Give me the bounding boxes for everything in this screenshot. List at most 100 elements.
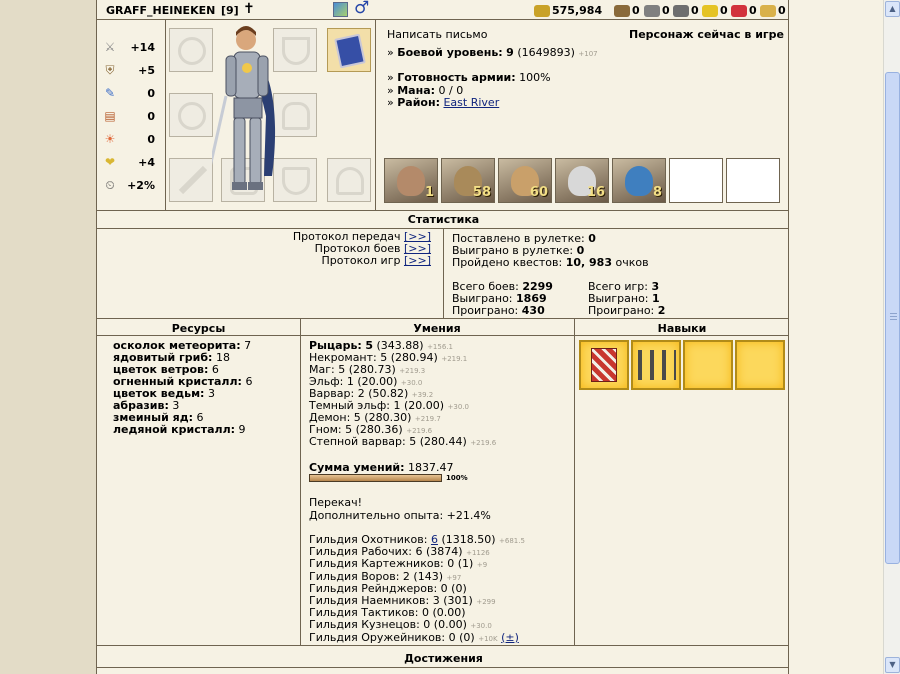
guild-name: Гильдия Картежников: <box>309 557 444 571</box>
resource-counter: 0 <box>614 4 640 17</box>
faction-to-next: +219.7 <box>414 415 441 423</box>
weapon-slot[interactable] <box>169 158 213 202</box>
guild-to-next: +30.0 <box>470 622 492 631</box>
guild-points: (1) <box>457 557 474 571</box>
stat-value: +5 <box>138 63 155 77</box>
guild-points: (0) <box>451 581 467 595</box>
guild-points: (0.00) <box>433 618 467 632</box>
guild-expand-link[interactable]: (±) <box>501 631 519 644</box>
scroll-up-button[interactable]: ▲ <box>885 1 900 17</box>
resources-title: Ресурсы <box>171 322 226 335</box>
stat-value: +4 <box>138 155 155 169</box>
statistics-title: Статистика <box>407 213 480 226</box>
hero-portrait <box>212 26 276 190</box>
map-icon[interactable] <box>333 2 348 17</box>
faction-to-next: +156.1 <box>427 343 453 351</box>
stat-row: ⏲ +2% <box>103 176 163 194</box>
magic-power-icon: ✎ <box>104 86 116 100</box>
write-letter-link[interactable]: Написать письмо <box>387 28 487 41</box>
guild-level: 0 <box>447 557 455 571</box>
army-readiness: » Готовность армии: 100% <box>387 71 551 84</box>
faction-name: Степной варвар: <box>309 435 406 448</box>
guild-level: 0 <box>423 618 431 632</box>
male-icon: ♂ <box>354 0 370 18</box>
ore-icon <box>644 4 660 17</box>
ability-slot-2[interactable] <box>631 340 681 390</box>
guild-row: Гильдия Наемников: 3 (301) +299 <box>309 594 496 607</box>
army-slot[interactable]: 8 <box>612 158 666 203</box>
guild-name: Гильдия Оружейников: <box>309 630 446 644</box>
stat-row: ⛨ +5 <box>103 61 163 79</box>
army-slot[interactable]: 58 <box>441 158 495 203</box>
resource-value: 575,984 <box>552 4 603 17</box>
games-lost: Проиграно: 2 <box>588 304 666 317</box>
protocol-link[interactable]: [>>] <box>404 254 431 267</box>
faction-to-next: +39.2 <box>411 391 434 399</box>
tactics-ability-icon <box>638 350 676 380</box>
guild-level: 3 <box>432 594 440 607</box>
guild-to-next: +1126 <box>466 549 490 558</box>
character-name[interactable]: GRAFF_HEINEKEN <box>106 4 215 17</box>
army-slot[interactable]: 16 <box>555 158 609 203</box>
guild-row: Гильдия Охотников: 6 (1318.50) +681.5 <box>309 533 525 546</box>
guild-level[interactable]: 6 <box>431 533 438 546</box>
army-slot[interactable]: 1 <box>384 158 438 203</box>
guild-to-next: +681.5 <box>499 537 525 545</box>
guild-to-next: +9 <box>476 561 488 570</box>
faction-to-next: +219.1 <box>441 355 468 363</box>
army-slot[interactable] <box>726 158 780 203</box>
skills-progress-label: 100% <box>446 474 468 482</box>
knight-ability-icon <box>591 348 617 382</box>
creature-count: 16 <box>586 185 605 200</box>
guild-to-next: +97 <box>446 573 462 582</box>
stat-row: ❤ +4 <box>103 153 163 171</box>
district: » Район: East River <box>387 96 500 109</box>
stat-row: ⚔ +14 <box>103 38 163 56</box>
resource-value: 0 <box>691 4 699 17</box>
ability-slot-4[interactable] <box>735 340 785 390</box>
spellbook-icon <box>334 33 366 69</box>
battles-lost: Проиграно: 430 <box>452 304 545 317</box>
faction-to-next: +219.6 <box>406 427 433 435</box>
guild-points: (143) <box>413 569 444 583</box>
crystal-icon <box>731 4 747 17</box>
guild-name: Гильдия Наемников: <box>309 594 430 607</box>
ring-slot[interactable] <box>169 28 213 72</box>
wood-icon <box>614 4 630 17</box>
abilities-title: Навыки <box>657 322 707 335</box>
faction-to-next: +219.3 <box>399 367 426 375</box>
stat-value: 0 <box>147 132 155 146</box>
book-slot[interactable] <box>327 28 371 72</box>
ability-slot-1[interactable] <box>579 340 629 390</box>
army-slot[interactable]: 60 <box>498 158 552 203</box>
resource-value: 0 <box>720 4 728 17</box>
ability-slot-3[interactable] <box>683 340 733 390</box>
vertical-scrollbar[interactable]: ▲ ▼ <box>883 0 900 674</box>
skills-sum: Сумма умений: 1837.47 <box>309 461 454 474</box>
district-link[interactable]: East River <box>443 96 499 109</box>
protocol-label: Протокол игр <box>321 254 401 267</box>
extra-exp: Дополнительно опыта: +21.4% <box>309 509 491 522</box>
mount-slot[interactable] <box>327 158 371 202</box>
creature-count: 1 <box>424 185 434 200</box>
clan-cross-icon[interactable]: ✝ <box>243 1 255 17</box>
guild-points: (0) <box>459 630 475 644</box>
army-slot[interactable] <box>669 158 723 203</box>
creature-portrait <box>625 166 653 196</box>
resource-item: ледяной кристалл: 9 <box>113 423 246 436</box>
character-page: GRAFF_HEINEKEN [9] ✝ ♂ 575,984 0 0 0 0 0 0 ⚔ +1… <box>96 0 790 674</box>
combat-level: » Боевой уровень: 9 (1649893) +107 <box>387 46 598 59</box>
character-level: [9] <box>221 4 239 17</box>
attack-icon: ⚔ <box>104 40 116 54</box>
resource-value: 0 <box>778 4 786 17</box>
scroll-down-button[interactable]: ▼ <box>885 657 900 673</box>
creature-count: 60 <box>529 185 548 200</box>
luck-icon: ☀ <box>104 132 116 146</box>
resource-value: 0 <box>749 4 757 17</box>
scroll-thumb[interactable] <box>885 72 900 564</box>
ring-slot-2[interactable] <box>169 93 213 137</box>
stat-value: +2% <box>127 178 155 192</box>
resource-counter: 0 <box>702 4 728 17</box>
guild-level: 2 <box>402 569 410 583</box>
gems-icon <box>760 4 776 17</box>
